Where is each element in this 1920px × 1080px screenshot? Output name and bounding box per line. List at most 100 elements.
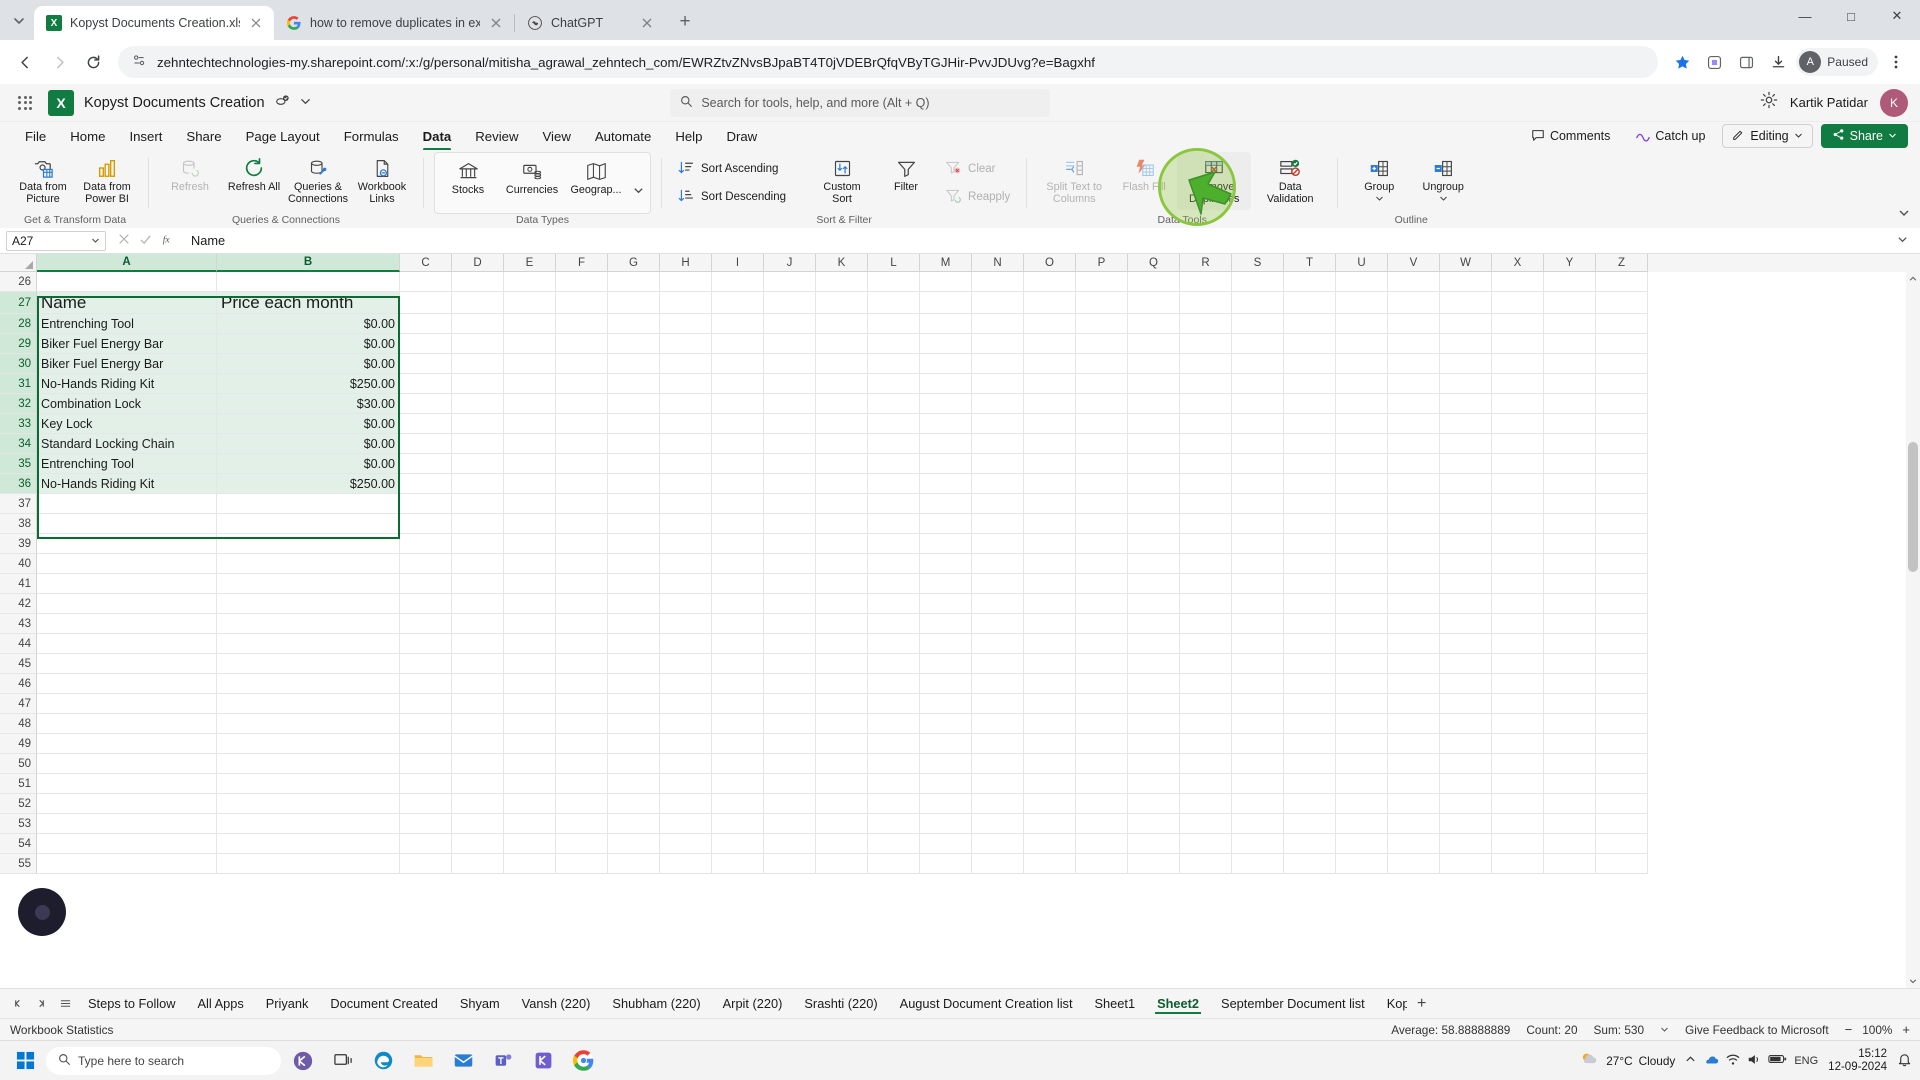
cell-A55[interactable] [37,854,217,874]
cell-Q42[interactable] [1128,594,1180,614]
cell-W52[interactable] [1440,794,1492,814]
cell-V44[interactable] [1388,634,1440,654]
cell-I28[interactable] [712,314,764,334]
cell-E43[interactable] [504,614,556,634]
cell-N43[interactable] [972,614,1024,634]
cell-H54[interactable] [660,834,712,854]
cell-Z33[interactable] [1596,414,1648,434]
cell-K37[interactable] [816,494,868,514]
sheet-tab-kop[interactable]: Kop [1377,992,1407,1015]
cell-R46[interactable] [1180,674,1232,694]
cell-P40[interactable] [1076,554,1128,574]
cell-V35[interactable] [1388,454,1440,474]
cell-T35[interactable] [1284,454,1336,474]
cell-A53[interactable] [37,814,217,834]
taskbar-search-input[interactable]: Type here to search [46,1046,281,1075]
row-header-33[interactable]: 33 [0,414,37,434]
workbook-statistics-label[interactable]: Workbook Statistics [10,1023,113,1037]
data-validation-button[interactable]: Data Validation [1253,152,1327,210]
cell-Q47[interactable] [1128,694,1180,714]
cell-I33[interactable] [712,414,764,434]
cell-H32[interactable] [660,394,712,414]
cell-W32[interactable] [1440,394,1492,414]
cell-N40[interactable] [972,554,1024,574]
cell-Z38[interactable] [1596,514,1648,534]
column-header-z[interactable]: Z [1596,254,1648,272]
cell-Z45[interactable] [1596,654,1648,674]
cell-S40[interactable] [1232,554,1284,574]
cell-Z34[interactable] [1596,434,1648,454]
cell-N49[interactable] [972,734,1024,754]
cell-F42[interactable] [556,594,608,614]
cell-J38[interactable] [764,514,816,534]
cell-R38[interactable] [1180,514,1232,534]
cell-P37[interactable] [1076,494,1128,514]
cell-N55[interactable] [972,854,1024,874]
table-row[interactable]: 50 [0,754,1920,774]
cell-P55[interactable] [1076,854,1128,874]
table-row[interactable]: 35 Entrenching Tool $0.00 [0,454,1920,474]
cell-M55[interactable] [920,854,972,874]
cell-P52[interactable] [1076,794,1128,814]
cell-K27[interactable] [816,292,868,314]
cell-X38[interactable] [1492,514,1544,534]
cell-O28[interactable] [1024,314,1076,334]
cell-Z30[interactable] [1596,354,1648,374]
cell-V49[interactable] [1388,734,1440,754]
network-icon[interactable] [1726,1053,1740,1069]
cell-F48[interactable] [556,714,608,734]
collapse-ribbon-icon[interactable] [1898,207,1910,222]
cell-B45[interactable] [217,654,400,674]
cell-Q38[interactable] [1128,514,1180,534]
cell-K51[interactable] [816,774,868,794]
cell-C30[interactable] [400,354,452,374]
cell-S47[interactable] [1232,694,1284,714]
cell-W38[interactable] [1440,514,1492,534]
cell-X40[interactable] [1492,554,1544,574]
table-row[interactable]: 26 [0,272,1920,292]
cell-X47[interactable] [1492,694,1544,714]
cell-Q30[interactable] [1128,354,1180,374]
cell-D32[interactable] [452,394,504,414]
cell-I49[interactable] [712,734,764,754]
cell-J33[interactable] [764,414,816,434]
cell-M35[interactable] [920,454,972,474]
back-button[interactable] [10,47,40,77]
formula-input[interactable]: Name [183,233,1889,248]
cell-F55[interactable] [556,854,608,874]
insert-function-icon[interactable]: fx [161,232,175,249]
cell-W53[interactable] [1440,814,1492,834]
cell-D34[interactable] [452,434,504,454]
cell-Z54[interactable] [1596,834,1648,854]
cell-B41[interactable] [217,574,400,594]
cell-N28[interactable] [972,314,1024,334]
avatar[interactable]: K [1879,88,1908,117]
cell-K39[interactable] [816,534,868,554]
cell-Z50[interactable] [1596,754,1648,774]
cell-E26[interactable] [504,272,556,292]
cell-L38[interactable] [868,514,920,534]
cell-G32[interactable] [608,394,660,414]
column-header-j[interactable]: J [764,254,816,272]
row-header-53[interactable]: 53 [0,814,37,834]
sheet-nav-last-icon[interactable] [30,993,52,1015]
cell-V52[interactable] [1388,794,1440,814]
cell-V45[interactable] [1388,654,1440,674]
cell-T37[interactable] [1284,494,1336,514]
cell-H26[interactable] [660,272,712,292]
cell-K29[interactable] [816,334,868,354]
cell-X26[interactable] [1492,272,1544,292]
cell-P48[interactable] [1076,714,1128,734]
cell-V27[interactable] [1388,292,1440,314]
cell-A41[interactable] [37,574,217,594]
cell-R31[interactable] [1180,374,1232,394]
ribbon-tab-insert[interactable]: Insert [118,126,173,147]
cell-O41[interactable] [1024,574,1076,594]
cell-S35[interactable] [1232,454,1284,474]
cell-E39[interactable] [504,534,556,554]
column-header-r[interactable]: R [1180,254,1232,272]
cell-W47[interactable] [1440,694,1492,714]
cell-B54[interactable] [217,834,400,854]
sheet-tab-srashti[interactable]: Srashti (220) [794,992,887,1015]
cell-S53[interactable] [1232,814,1284,834]
